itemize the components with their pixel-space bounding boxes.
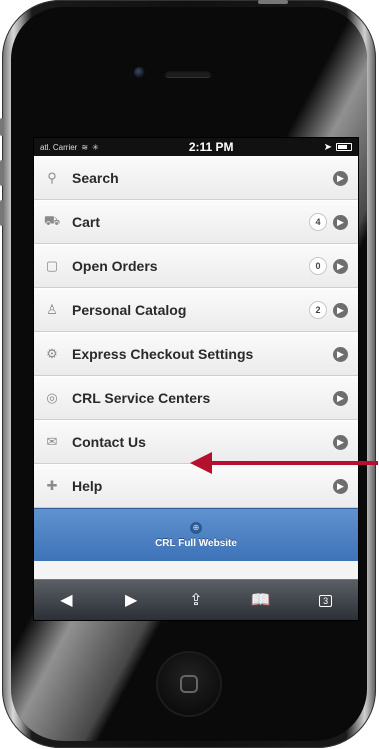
gear-icon: ⚙: [46, 346, 58, 361]
menu-item-cart[interactable]: ⛟ Cart 4 ▶: [34, 200, 358, 244]
footer-label: CRL Full Website: [155, 537, 237, 549]
volume-down-button: [0, 200, 4, 226]
count-badge: 0: [309, 257, 327, 275]
status-bar: atl. Carrier ≋ ✳ 2:11 PM ➤: [34, 138, 358, 156]
clipboard-icon: ▢: [45, 258, 59, 273]
chevron-right-icon: ▶: [333, 390, 348, 406]
menu-item-label: Help: [72, 478, 103, 494]
home-square-icon: [180, 675, 198, 693]
count-badge: 4: [309, 213, 327, 231]
menu-item-personal-catalog[interactable]: ♙ Personal Catalog 2 ▶: [34, 288, 358, 332]
menu-item-label: Express Checkout Settings: [72, 346, 254, 362]
volume-up-button: [0, 160, 4, 186]
chevron-right-icon: ▶: [333, 170, 348, 186]
menu-item-search[interactable]: ⚲ Search ▶: [34, 156, 358, 200]
menu-item-crl-service-centers[interactable]: ◎ CRL Service Centers ▶: [34, 376, 358, 420]
globe-icon: ◎: [46, 390, 58, 405]
status-time: 2:11 PM: [188, 140, 234, 154]
chevron-right-icon: ▶: [333, 346, 348, 362]
menu-item-express-checkout-settings[interactable]: ⚙ Express Checkout Settings ▶: [34, 332, 358, 376]
wifi-icon: ≋: [81, 142, 89, 152]
annotation-arrow-head: [190, 452, 212, 474]
battery-icon: [336, 143, 352, 151]
tabs-button[interactable]: 3: [311, 591, 341, 609]
annotation-arrow-line: [200, 461, 378, 465]
crl-full-website-button[interactable]: ⊕ CRL Full Website: [34, 508, 358, 561]
menu-item-label: CRL Service Centers: [72, 390, 211, 406]
browser-toolbar: ◀ ▶ ⇪ 📖 3: [34, 579, 358, 620]
envelope-icon: ✉: [46, 434, 58, 449]
front-camera: [134, 67, 145, 78]
carrier-label: atl. Carrier: [40, 142, 78, 152]
chevron-right-icon: ▶: [333, 478, 348, 494]
status-right: ➤: [324, 142, 352, 153]
power-button: [258, 0, 288, 4]
menu-item-label: Personal Catalog: [72, 302, 187, 318]
earpiece-speaker: [165, 70, 211, 77]
phone-screen: atl. Carrier ≋ ✳ 2:11 PM ➤ ⚲ Search ▶ ⛟ …: [33, 137, 359, 621]
silent-switch: [0, 118, 4, 136]
menu-item-label: Search: [72, 170, 119, 186]
chevron-right-icon: ▶: [333, 214, 348, 230]
plus-icon: ✚: [46, 478, 58, 493]
tabs-icon: 3: [319, 595, 333, 607]
share-icon[interactable]: ⇪: [181, 590, 211, 610]
menu-item-open-orders[interactable]: ▢ Open Orders 0 ▶: [34, 244, 358, 288]
count-badge: 2: [309, 301, 327, 319]
chevron-right-icon: ▶: [333, 434, 348, 450]
menu-item-label: Contact Us: [72, 434, 146, 450]
globe-icon: ⊕: [190, 521, 202, 534]
chevron-right-icon: ▶: [333, 258, 348, 274]
forward-arrow-icon[interactable]: ▶: [116, 590, 146, 610]
chevron-right-icon: ▶: [333, 302, 348, 318]
activity-icon: ✳: [92, 142, 99, 152]
back-arrow-icon[interactable]: ◀: [51, 590, 81, 610]
bookmarks-icon[interactable]: 📖: [246, 590, 276, 610]
cart-icon: ⛟: [43, 213, 61, 228]
person-icon: ♙: [46, 302, 58, 317]
tabs-count: 3: [323, 596, 329, 606]
carrier-signal: atl. Carrier ≋ ✳: [40, 143, 99, 152]
menu-item-label: Cart: [72, 214, 101, 230]
search-icon: ⚲: [47, 170, 57, 185]
location-icon: ➤: [323, 141, 332, 153]
menu-item-label: Open Orders: [72, 258, 158, 274]
home-button[interactable]: [158, 653, 220, 715]
